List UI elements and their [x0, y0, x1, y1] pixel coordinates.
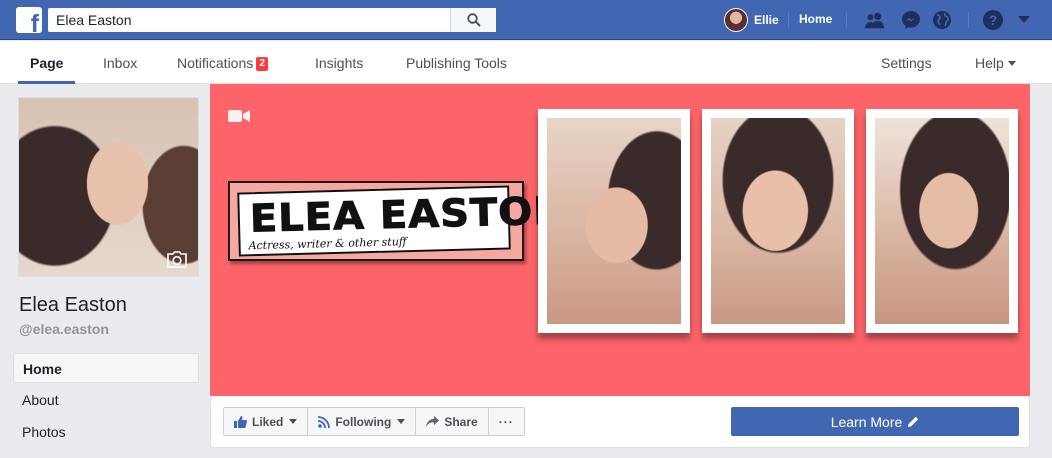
cover-photo — [547, 118, 681, 324]
cover-photo — [711, 118, 845, 324]
settings-link[interactable]: Settings — [881, 41, 932, 84]
chevron-down-icon — [397, 419, 406, 424]
learn-more-label: Learn More — [830, 413, 903, 430]
search-icon — [466, 13, 481, 27]
avatar — [724, 8, 748, 32]
sidebar-item-about[interactable]: About — [13, 385, 199, 415]
messenger-icon[interactable] — [900, 9, 922, 31]
account-menu-chevron-down-icon[interactable] — [1013, 9, 1035, 31]
facebook-logo-icon[interactable]: f — [16, 7, 42, 33]
share-button[interactable]: Share — [415, 407, 489, 436]
settings-label: Settings — [881, 55, 932, 71]
divider — [968, 12, 969, 28]
search-button[interactable] — [450, 8, 496, 32]
share-label: Share — [444, 414, 478, 429]
tab-notifications[interactable]: Notifications 2 — [177, 41, 269, 84]
tab-publishing-tools[interactable]: Publishing Tools — [406, 41, 507, 84]
page-tabs-bar: Page Inbox Notifications 2 Insights Publi… — [0, 41, 1052, 84]
user-name: Ellie — [754, 13, 779, 27]
share-arrow-icon — [426, 416, 440, 427]
notifications-globe-icon[interactable] — [931, 9, 953, 31]
cover-image[interactable]: ELEA EASTON Actress, writer & other stuf… — [210, 84, 1030, 396]
tab-page[interactable]: Page — [17, 41, 77, 84]
cover-photo — [875, 118, 1009, 324]
following-button[interactable]: Following — [307, 407, 417, 436]
logo-label: ELEA EASTON Actress, writer & other stuf… — [237, 185, 569, 257]
sidebar-item-photos[interactable]: Photos — [13, 417, 199, 447]
tab-label: Insights — [315, 55, 364, 71]
tab-label: Notifications — [177, 55, 254, 71]
sidebar-item-home[interactable]: Home — [13, 353, 199, 383]
more-options-icon: ··· — [498, 414, 514, 429]
rss-feed-icon — [318, 415, 331, 428]
chevron-down-icon — [1007, 61, 1016, 66]
top-navigation-bar: f Ellie Home ? — [0, 0, 1052, 40]
help-icon[interactable]: ? — [982, 9, 1004, 31]
home-link[interactable]: Home — [799, 12, 832, 26]
logo-title: ELEA EASTON — [249, 189, 569, 242]
tab-label: Page — [30, 55, 64, 71]
page-title[interactable]: Elea Easton — [19, 294, 127, 317]
cover-photo-polaroid — [702, 109, 854, 333]
thumbs-up-icon — [234, 415, 247, 428]
chevron-down-icon — [289, 419, 298, 424]
learn-more-button[interactable]: Learn More — [731, 407, 1019, 436]
page-action-bar: Liked Following Share ··· Learn More — [210, 396, 1030, 448]
help-label: Help — [975, 55, 1004, 71]
divider — [788, 12, 789, 28]
cover-photo-polaroid — [866, 109, 1018, 333]
friend-requests-icon[interactable] — [864, 9, 886, 31]
video-camera-icon[interactable] — [228, 109, 250, 123]
following-label: Following — [335, 414, 392, 429]
tab-label: Publishing Tools — [406, 55, 507, 71]
logo-tagline: Actress, writer & other stuff — [248, 235, 407, 253]
cover-logo: ELEA EASTON Actress, writer & other stuf… — [228, 181, 569, 261]
divider — [846, 12, 847, 28]
profile-picture[interactable] — [18, 97, 199, 277]
action-button-group: Liked Following Share ··· — [223, 407, 525, 436]
liked-button[interactable]: Liked — [223, 407, 309, 436]
cover-photo-polaroid — [538, 109, 690, 333]
camera-icon[interactable] — [166, 251, 188, 268]
tab-label: Inbox — [103, 55, 138, 71]
more-options-button[interactable]: ··· — [487, 407, 525, 436]
tab-insights[interactable]: Insights — [315, 41, 363, 84]
help-menu[interactable]: Help — [975, 41, 1016, 84]
search-box — [48, 8, 496, 32]
tab-inbox[interactable]: Inbox — [103, 41, 137, 84]
svg-text:?: ? — [989, 12, 998, 28]
search-input[interactable] — [56, 11, 446, 29]
page-username[interactable]: @elea.easton — [19, 321, 109, 337]
notification-count-badge: 2 — [256, 57, 269, 71]
user-profile-link[interactable]: Ellie — [724, 7, 779, 33]
pencil-edit-icon[interactable] — [908, 416, 919, 427]
liked-label: Liked — [252, 414, 284, 429]
